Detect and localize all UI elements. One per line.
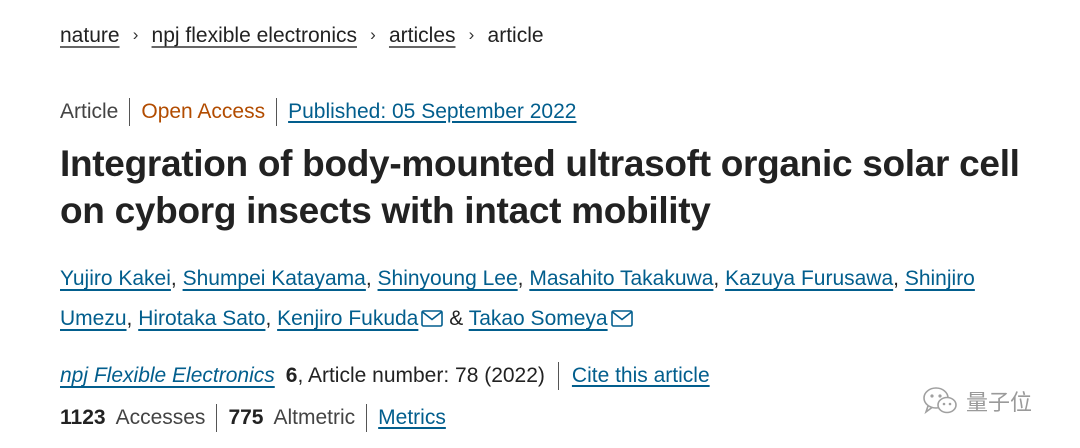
author-link[interactable]: Shumpei Katayama xyxy=(183,267,366,290)
author-link[interactable]: Takao Someya xyxy=(469,307,608,330)
author-link[interactable]: Shinyoung Lee xyxy=(378,267,518,290)
author-link[interactable]: Masahito Takakuwa xyxy=(529,267,713,290)
mail-icon[interactable] xyxy=(610,301,633,341)
author-link[interactable]: Kenjiro Fukuda xyxy=(277,307,418,330)
breadcrumb: nature › npj flexible electronics › arti… xyxy=(60,24,544,48)
breadcrumb-link-articles[interactable]: articles xyxy=(389,24,456,48)
wechat-icon xyxy=(923,387,957,415)
watermark-text: 量子位 xyxy=(966,390,1033,415)
author-link[interactable]: Kazuya Furusawa xyxy=(725,267,893,290)
watermark: 量子位 xyxy=(922,385,1032,417)
chevron-right-icon: › xyxy=(132,25,139,44)
article-title: Integration of body-mounted ultrasoft or… xyxy=(60,143,1020,231)
author-list: Yujiro Kakei, Shumpei Katayama, Shinyoun… xyxy=(60,259,1040,341)
breadcrumb-current: article xyxy=(487,24,544,47)
cite-article-link[interactable]: Cite this article xyxy=(572,364,710,388)
article-meta: Article Open Access Published: 05 Septem… xyxy=(60,98,576,126)
accesses-count: 1123 xyxy=(60,406,106,429)
divider xyxy=(276,98,278,126)
chevron-right-icon: › xyxy=(468,25,475,44)
article-type: Article xyxy=(60,100,119,123)
open-access-badge: Open Access xyxy=(141,100,266,123)
divider xyxy=(129,98,131,126)
author-link[interactable]: Hirotaka Sato xyxy=(138,307,265,330)
breadcrumb-link-nature[interactable]: nature xyxy=(60,24,120,48)
mail-icon[interactable] xyxy=(421,301,444,341)
divider xyxy=(216,404,218,432)
altmetric-count: 775 xyxy=(228,406,264,429)
divider xyxy=(557,362,559,390)
divider xyxy=(366,404,368,432)
published-date-link[interactable]: Published: 05 September 2022 xyxy=(288,100,576,124)
journal-volume: 6 xyxy=(285,364,298,387)
journal-link[interactable]: npj Flexible Electronics xyxy=(60,364,275,388)
accesses-label: Accesses xyxy=(115,406,206,429)
altmetric-label: Altmetric xyxy=(273,406,356,429)
author-conjunction: & xyxy=(449,307,464,330)
journal-info: npj Flexible Electronics 6 , Article num… xyxy=(60,362,710,390)
metrics-link[interactable]: Metrics xyxy=(378,406,446,430)
article-number: , Article number: 78 (2022) xyxy=(297,364,545,387)
chevron-right-icon: › xyxy=(370,25,376,44)
author-link[interactable]: Yujiro Kakei xyxy=(60,267,171,290)
breadcrumb-link-journal[interactable]: npj flexible electronics xyxy=(152,24,357,48)
article-metrics: 1123 Accesses 775 Altmetric Metrics xyxy=(60,404,446,432)
